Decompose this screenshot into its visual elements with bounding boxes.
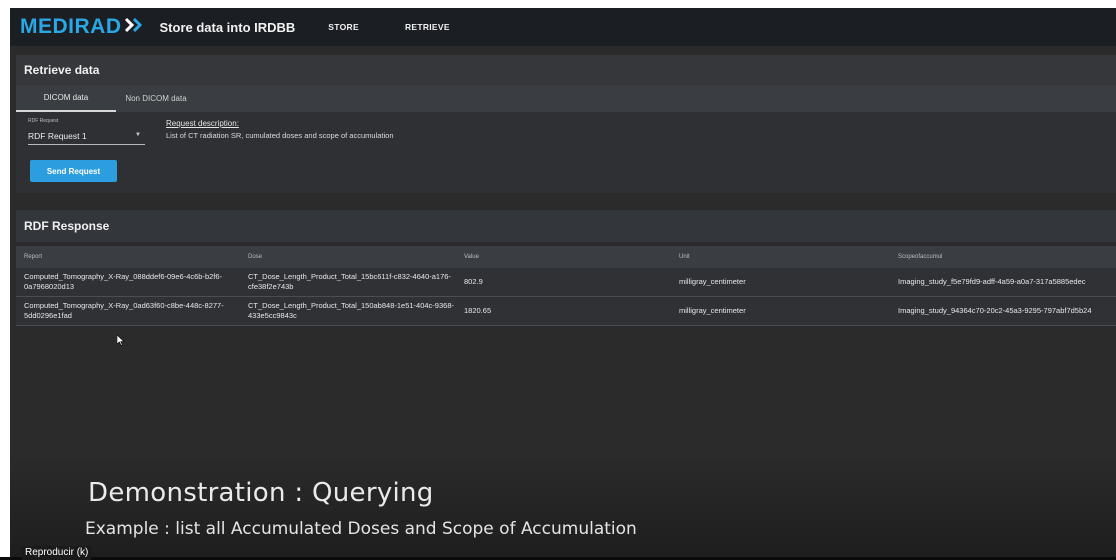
medirad-logo[interactable]: MEDI RAD bbox=[20, 15, 144, 39]
video-frame-top bbox=[0, 0, 1116, 8]
cell-report: Computed_Tomography_X-Ray_088ddef6-09e6-… bbox=[24, 272, 223, 291]
column-header-scope[interactable]: Scopeofaccumul bbox=[898, 254, 1116, 260]
cell-value: 1820.65 bbox=[464, 306, 492, 315]
table-header-row: Report Dose Value Unit Scopeofaccumul bbox=[16, 246, 1116, 268]
caption-title: Demonstration : Querying bbox=[88, 478, 434, 508]
cell-unit: milligray_centimeter bbox=[679, 306, 746, 315]
retrieve-title-text: Retrieve data bbox=[24, 63, 100, 77]
nav-retrieve[interactable]: RETRIEVE bbox=[405, 22, 450, 32]
video-caption-area bbox=[10, 460, 1116, 557]
tab-non-dicom-data[interactable]: Non DICOM data bbox=[116, 85, 196, 112]
app-header: MEDI RAD Store data into IRDBB STORE RETR… bbox=[10, 8, 1116, 46]
column-header-value[interactable]: Value bbox=[464, 254, 679, 260]
retrieve-panel-title: Retrieve data bbox=[16, 55, 1116, 85]
response-title-text: RDF Response bbox=[24, 219, 110, 233]
table-row[interactable]: Computed_Tomography_X-Ray_088ddef6-09e6-… bbox=[16, 268, 1116, 297]
rdf-request-label: RDF Request bbox=[28, 118, 59, 124]
cell-scope: Imaging_study_94364c70-20c2-45a3-9295-79… bbox=[898, 306, 1092, 315]
response-table: Report Dose Value Unit Scopeofaccumul Co… bbox=[16, 246, 1116, 326]
play-tooltip: Reproducir (k) bbox=[22, 546, 92, 560]
tab-dicom-data[interactable]: DICOM data bbox=[16, 85, 116, 112]
cell-dose: CT_Dose_Length_Product_Total_15bc611f-c8… bbox=[248, 272, 451, 291]
cell-unit: milligray_centimeter bbox=[679, 277, 746, 286]
app-title: Store data into IRDBB bbox=[159, 19, 296, 35]
response-panel-title: RDF Response bbox=[16, 210, 1116, 242]
caption-subtitle: Example : list all Accumulated Doses and… bbox=[85, 519, 637, 539]
request-description-label: Request description: bbox=[166, 119, 239, 128]
cell-value: 802.9 bbox=[464, 277, 483, 286]
cell-scope: Imaging_study_f5e79fd9-adff-4a59-a0a7-31… bbox=[898, 277, 1086, 286]
video-frame-left bbox=[0, 0, 10, 557]
caret-down-icon: ▼ bbox=[135, 132, 141, 138]
logo-text-medi: MEDI bbox=[20, 15, 75, 38]
logo-text-rad: RAD bbox=[74, 15, 122, 38]
send-request-button[interactable]: Send Request bbox=[30, 160, 117, 182]
column-header-report[interactable]: Report bbox=[16, 254, 246, 260]
table-row[interactable]: Computed_Tomography_X-Ray_0ad63f60-c8be-… bbox=[16, 297, 1116, 326]
rdf-request-value: RDF Request 1 bbox=[28, 130, 87, 141]
double-chevron-icon bbox=[124, 15, 144, 39]
retrieve-tabs: DICOM data Non DICOM data bbox=[16, 85, 1116, 112]
mouse-pointer-icon bbox=[116, 333, 125, 351]
retrieve-panel: DICOM data Non DICOM data RDF Request RD… bbox=[16, 85, 1116, 193]
rdf-request-select[interactable]: RDF Request 1 ▼ bbox=[28, 127, 145, 145]
nav-store[interactable]: STORE bbox=[328, 22, 359, 32]
column-header-unit[interactable]: Unit bbox=[679, 254, 898, 260]
cell-report: Computed_Tomography_X-Ray_0ad63f60-c8be-… bbox=[24, 301, 224, 320]
column-header-dose[interactable]: Dose bbox=[246, 254, 464, 260]
request-description-text: List of CT radiation SR, cumulated doses… bbox=[166, 131, 394, 140]
cell-dose: CT_Dose_Length_Product_Total_150ab848-1e… bbox=[248, 301, 454, 320]
